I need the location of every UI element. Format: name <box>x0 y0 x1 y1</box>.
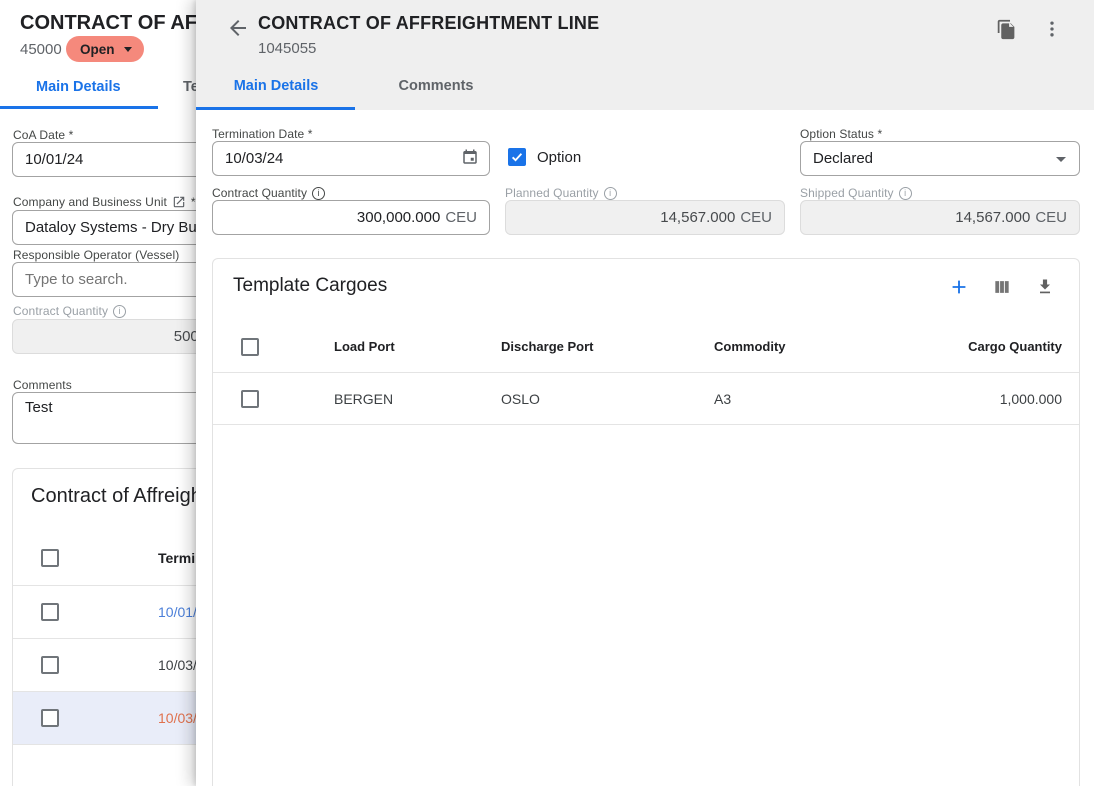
calendar-icon[interactable] <box>461 148 479 170</box>
external-link-icon <box>172 195 186 209</box>
row-checkbox[interactable] <box>241 390 259 408</box>
columns-button[interactable] <box>990 275 1014 299</box>
export-button[interactable] <box>1033 275 1057 299</box>
comments-label: Comments <box>13 378 72 392</box>
template-cargoes-title: Template Cargoes <box>233 275 387 297</box>
shipped-quantity-input: 14,567.000 CEU <box>800 200 1080 235</box>
option-status-select[interactable]: Declared <box>800 141 1080 176</box>
responsible-operator-label: Responsible Operator (Vessel) <box>13 248 179 262</box>
discharge-port-cell[interactable]: OSLO <box>485 391 698 407</box>
panel-header: CONTRACT OF AFFREIGHTMENT LINE 1045055 M… <box>196 0 1094 110</box>
add-cargo-button[interactable] <box>947 275 971 299</box>
select-all-checkbox[interactable] <box>241 338 259 356</box>
template-cargoes-card: Template Cargoes Load Port Discharge Por… <box>212 258 1080 786</box>
panel-subtitle: 1045055 <box>258 40 316 57</box>
plus-icon <box>948 276 970 298</box>
tab-comments[interactable]: Comments <box>356 62 516 110</box>
tab-indicator <box>196 107 355 110</box>
info-icon: i <box>312 187 325 200</box>
tab-main-details[interactable]: Main Details <box>196 62 356 110</box>
info-icon: i <box>113 305 126 318</box>
lp-contract-quantity-label: Contract Quantity i <box>13 304 126 318</box>
columns-icon <box>992 277 1012 297</box>
termination-date-input[interactable]: 10/03/24 <box>212 141 490 176</box>
discharge-port-header: Discharge Port <box>485 339 698 354</box>
more-menu-button[interactable] <box>1040 17 1064 41</box>
coa-line-panel: CONTRACT OF AFFREIGHTMENT LINE 1045055 M… <box>196 0 1094 786</box>
copy-icon <box>996 19 1017 40</box>
tab-main-details[interactable]: Main Details <box>36 79 121 95</box>
termination-date-label: Termination Date * <box>212 127 490 141</box>
cargo-quantity-header: Cargo Quantity <box>948 339 1079 354</box>
header-actions <box>994 17 1064 41</box>
status-chip-label: Open <box>80 42 115 57</box>
chevron-down-icon <box>124 47 132 52</box>
contract-quantity-input[interactable]: 300,000.000 CEU <box>212 200 490 235</box>
select-all-checkbox[interactable] <box>41 549 59 567</box>
panel-title: CONTRACT OF AFFREIGHTMENT LINE <box>258 13 599 34</box>
app-viewport: CONTRACT OF AFFREIGHTMENT 45000 Open Mai… <box>0 0 1094 786</box>
copy-button[interactable] <box>994 17 1018 41</box>
kebab-menu-icon <box>1042 19 1062 39</box>
info-icon: i <box>899 187 912 200</box>
company-label: Company and Business Unit * <box>13 195 196 209</box>
cargo-quantity-cell[interactable]: 1,000.000 <box>948 391 1079 407</box>
load-port-cell[interactable]: BERGEN <box>318 391 485 407</box>
arrow-back-icon <box>226 16 250 40</box>
option-field: Option <box>508 148 581 166</box>
table-row[interactable]: BERGEN OSLO A3 1,000.000 <box>213 373 1079 425</box>
option-status-label: Option Status * <box>800 127 1080 141</box>
row-checkbox[interactable] <box>41 709 59 727</box>
template-cargoes-table: Load Port Discharge Port Commodity Cargo… <box>213 321 1079 425</box>
row-checkbox[interactable] <box>41 656 59 674</box>
back-button[interactable] <box>226 16 250 40</box>
template-cargoes-actions <box>947 275 1057 299</box>
planned-quantity-label: Planned Quantity i <box>505 186 785 200</box>
option-checkbox[interactable] <box>508 148 526 166</box>
coa-number: 45000 <box>20 41 62 58</box>
panel-tabs: Main Details Comments <box>196 62 516 110</box>
shipped-quantity-label: Shipped Quantity i <box>800 186 1080 200</box>
row-checkbox[interactable] <box>41 603 59 621</box>
download-icon <box>1035 277 1055 297</box>
contract-quantity-label: Contract Quantity i <box>212 186 490 200</box>
coa-date-label: CoA Date * <box>13 128 73 142</box>
check-icon <box>510 150 524 164</box>
planned-quantity-input: 14,567.000 CEU <box>505 200 785 235</box>
option-label: Option <box>537 149 581 166</box>
commodity-cell[interactable]: A3 <box>698 391 948 407</box>
load-port-header: Load Port <box>318 339 485 354</box>
commodity-header: Commodity <box>698 339 948 354</box>
info-icon: i <box>604 187 617 200</box>
table-header-row: Load Port Discharge Port Commodity Cargo… <box>213 321 1079 373</box>
chevron-down-icon <box>1056 157 1066 162</box>
tab-indicator <box>0 106 158 109</box>
status-chip[interactable]: Open <box>66 36 144 62</box>
